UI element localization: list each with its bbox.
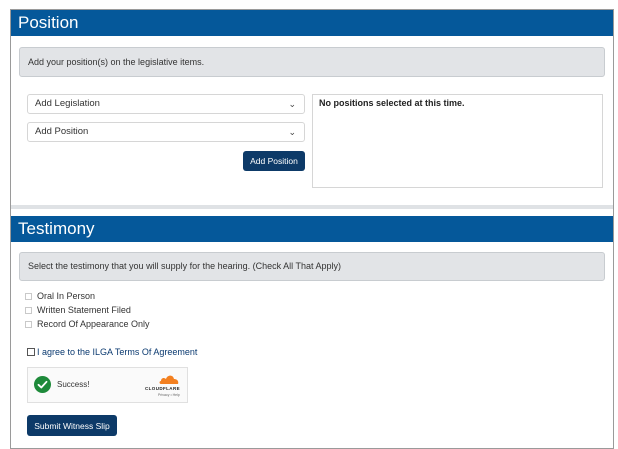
add-position-button[interactable]: Add Position [243,151,305,171]
legislation-select-value: Add Legislation [35,98,100,109]
testimony-info-text: Select the testimony that you will suppl… [28,261,341,271]
testimony-info-bar: Select the testimony that you will suppl… [19,252,605,281]
testimony-option-record[interactable]: Record Of Appearance Only [25,319,150,329]
testimony-option-oral[interactable]: Oral In Person [25,291,95,301]
agree-terms-row[interactable]: I agree to the ILGA Terms Of Agreement [27,347,197,357]
no-positions-message: No positions selected at this time. [319,98,465,108]
agree-checkbox[interactable] [27,348,35,356]
selected-positions-panel: No positions selected at this time. [312,94,603,188]
witness-slip-form: Position Add your position(s) on the leg… [10,9,614,449]
turnstile-captcha-widget[interactable]: Success! CLOUDFLARE Privacy • Help [27,367,188,403]
agree-label[interactable]: I agree to the ILGA Terms Of Agreement [37,347,197,357]
submit-witness-slip-button[interactable]: Submit Witness Slip [27,415,117,436]
position-section-header: Position [11,10,613,36]
checkbox-icon[interactable] [25,306,32,314]
captcha-status-text: Success! [57,380,90,389]
position-select[interactable]: Add Position ⌄ [27,122,305,142]
captcha-links[interactable]: Privacy • Help [158,393,180,397]
checkbox-icon[interactable] [25,320,32,328]
option-label: Written Statement Filed [37,305,131,315]
option-label: Oral In Person [37,291,96,301]
testimony-title: Testimony [18,219,95,238]
position-info-bar: Add your position(s) on the legislative … [19,47,605,77]
checkbox-icon[interactable] [25,292,32,300]
testimony-option-written[interactable]: Written Statement Filed [25,305,131,315]
position-info-text: Add your position(s) on the legislative … [28,57,205,67]
captcha-brand: CLOUDFLARE [145,386,180,391]
legislation-select[interactable]: Add Legislation ⌄ [27,94,305,114]
position-select-value: Add Position [35,126,89,137]
section-divider [11,205,613,209]
cloud-icon [159,375,179,384]
option-label: Record Of Appearance Only [37,319,150,329]
position-title: Position [18,13,79,32]
testimony-section-header: Testimony [11,216,613,242]
chevron-down-icon: ⌄ [288,99,296,109]
success-check-icon [34,376,51,393]
chevron-down-icon: ⌄ [288,127,296,137]
